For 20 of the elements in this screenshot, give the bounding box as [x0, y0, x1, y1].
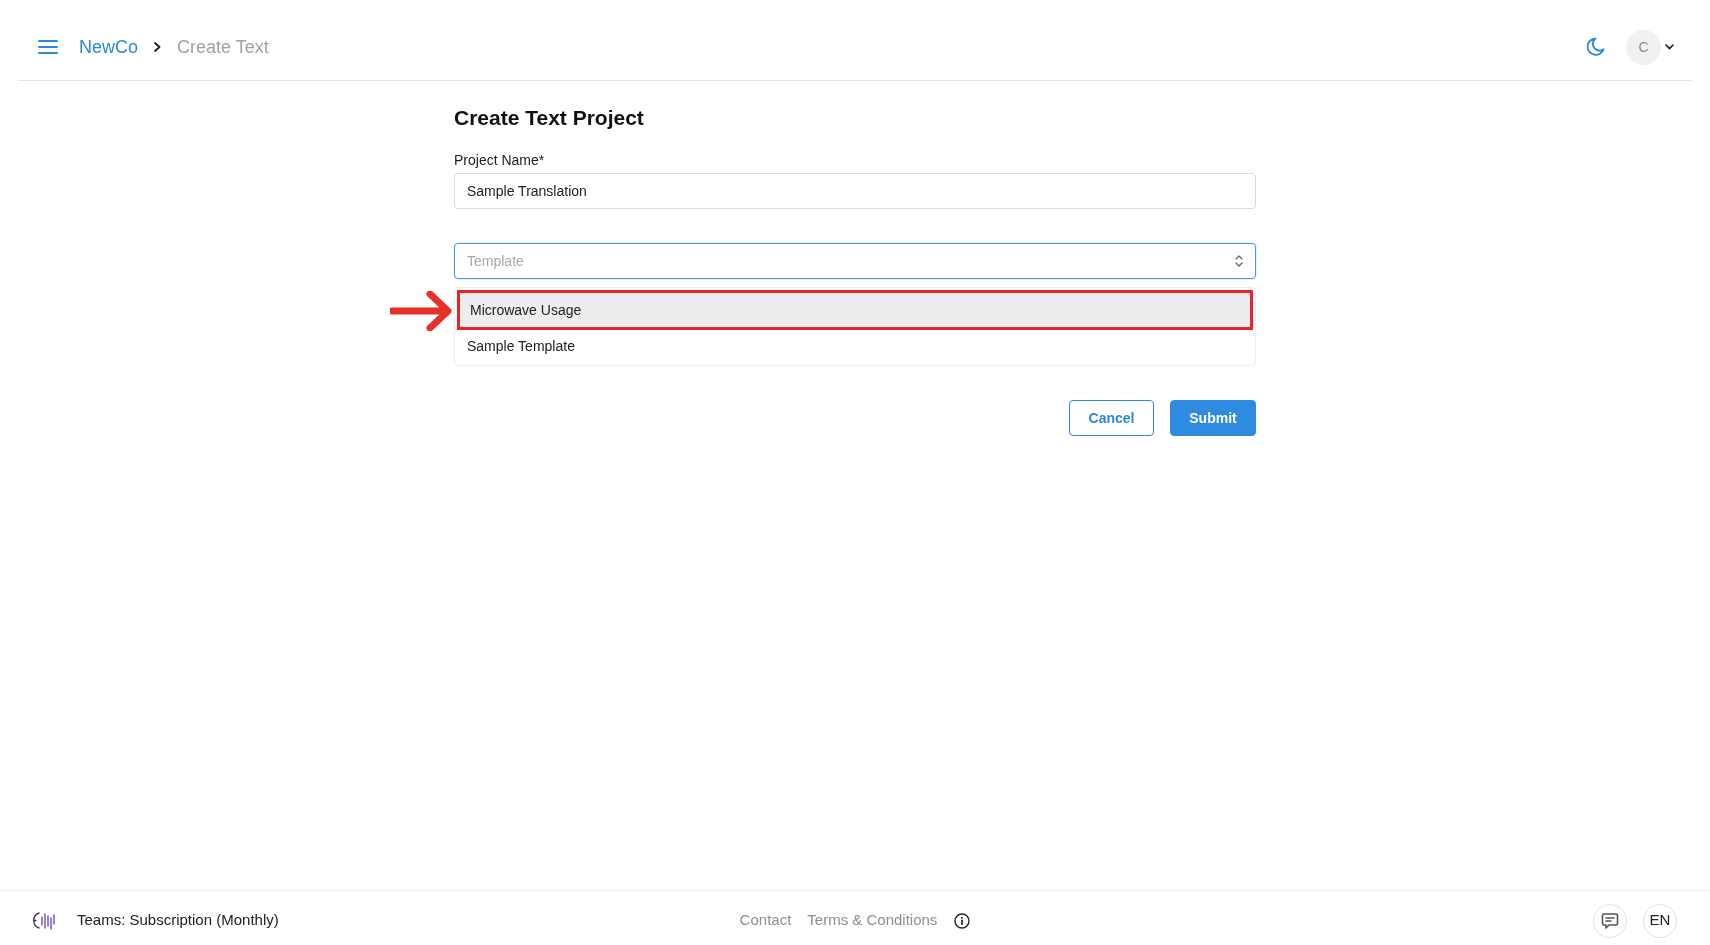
chevron-down-icon[interactable] [1665, 44, 1674, 50]
up-down-chevron-icon [1235, 255, 1243, 267]
form-title: Create Text Project [454, 105, 645, 131]
cancel-button[interactable]: Cancel [1069, 400, 1154, 436]
info-icon[interactable] [954, 912, 971, 929]
footer-link[interactable]: Terms & Conditions [807, 909, 938, 932]
breadcrumb-link[interactable]: NewCo [79, 33, 139, 61]
user-avatar[interactable]: C [1626, 29, 1661, 65]
plan-label: Teams: Subscription (Monthly) [77, 910, 279, 931]
chevron-right-icon [154, 42, 162, 52]
submit-button[interactable]: Submit [1170, 400, 1256, 436]
footer-link[interactable]: Contact [739, 909, 792, 932]
breadcrumb-current: Create Text [177, 35, 269, 59]
menu-icon[interactable] [38, 39, 58, 55]
arrow-icon [390, 291, 452, 331]
field-label: Project Name* [454, 151, 546, 169]
moon-icon[interactable] [1585, 37, 1605, 57]
text-input[interactable]: Sample Translation [454, 173, 1256, 209]
wave-logo-icon [33, 910, 58, 931]
template-select[interactable]: Template [454, 243, 1256, 279]
